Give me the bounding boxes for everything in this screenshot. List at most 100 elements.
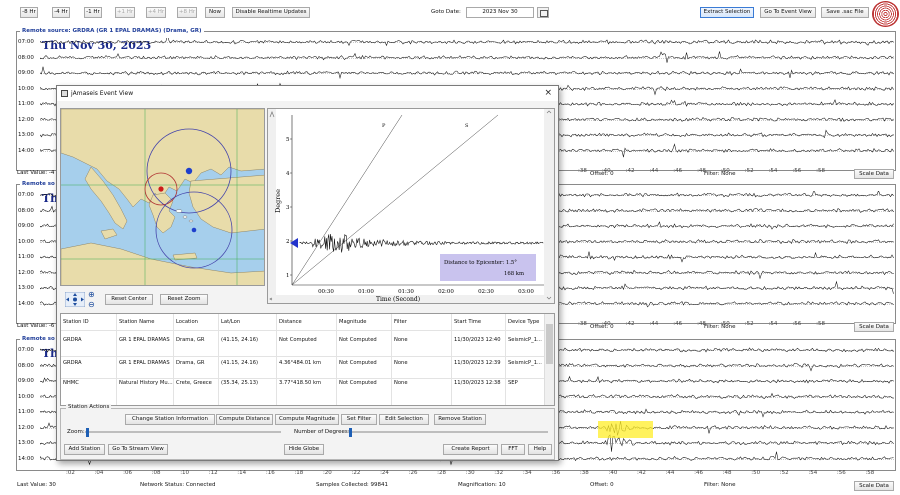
time-tick-label: :58 [865,470,875,476]
go-to-stream-view-button[interactable]: Go To Stream View [108,444,168,455]
table-cell: None [394,380,408,386]
time-tick-label: :40 [608,470,618,476]
edit-selection-button[interactable]: Edit Selection [379,414,429,425]
x-tick-label: 01:00 [358,289,374,295]
table-cell: Crete, Greece [176,380,212,386]
reset-zoom-button[interactable]: Reset Zoom [160,294,208,305]
column-header[interactable]: Lat/Lon [221,319,240,325]
x-tick-label: 03:00 [518,289,534,295]
column-header[interactable]: Station ID [63,319,89,325]
scale-data-button[interactable]: Scale Data [854,322,894,332]
hour-label: 13:00 [18,440,34,446]
time-tick-label: :54 [768,321,778,327]
now-button[interactable]: Now [205,7,225,18]
plus-1hr-button[interactable]: +1 Hr [115,7,135,18]
table-cell: SeismicP_1... [508,360,542,366]
save-sac-button[interactable]: Save .sac File [821,7,869,18]
table-scrollbar[interactable] [544,314,554,405]
time-tick-label: :10 [180,470,190,476]
column-header[interactable]: Station Name [119,319,154,325]
station-marker-icon [185,167,193,175]
table-cell: 11/30/2023 12:40 [454,337,501,343]
epicenter-marker-icon [158,186,164,192]
column-header[interactable]: Device Type [508,319,539,325]
hour-label: 10:00 [18,85,34,92]
epicenter-distance-label: Distance to Epicenter: 1.5° [444,260,517,266]
trace-line [40,66,894,80]
compute-distance-button[interactable]: Compute Distance [216,414,273,425]
hour-label: 13:00 [18,285,34,291]
go-to-event-view-button[interactable]: Go To Event View [760,7,816,18]
table-cell: (41.15, 24.16) [221,337,259,343]
travel-time-plot[interactable]: 5 4 3 2 1 00:30 01:00 01:30 02:00 02:30 03:00 Deg… [267,108,555,304]
table-cell: 3.77°418.50 km [279,380,322,386]
fft-button[interactable]: FFT [501,444,525,455]
hour-label: 08:00 [18,207,34,214]
filter-label: Filter: None [704,324,736,330]
help-button[interactable]: Help [528,444,552,455]
time-tick-label: :22 [351,470,361,476]
hour-label: 13:00 [18,132,34,138]
time-tick-label: :56 [792,321,802,327]
minus-8hr-button[interactable]: -8 Hr [20,7,38,18]
time-tick-label: :58 [816,168,826,174]
column-header[interactable]: Filter [394,319,407,325]
remove-station-button[interactable]: Remove Station [434,414,486,425]
hour-label: 08:00 [18,362,34,369]
y-tick-label: 2 [286,239,290,245]
time-tick-label: :48 [722,470,732,476]
zoom-out-icon[interactable]: ⊖ [88,300,95,309]
degrees-label: Number of Degrees: [294,429,350,435]
station-actions-title: Station Actions [66,404,112,410]
column-header[interactable]: Distance [279,319,302,325]
samples-collected-label: Samples Collected: 99841 [316,482,389,488]
table-cell: SEP [508,380,518,386]
table-cell: None [394,337,408,343]
compute-magnitude-button[interactable]: Compute Magnitude [275,414,339,425]
time-tick-label: :50 [751,470,761,476]
y-axis-label: Degree [274,189,282,213]
zoom-control[interactable]: ⊕ ⊖ [88,290,98,310]
time-tick-label: :34 [522,470,532,476]
time-tick-label: :06 [123,470,132,476]
y-tick-label: 4 [286,171,290,177]
zoom-in-icon[interactable]: ⊕ [88,290,95,299]
time-tick-label: :14 [237,470,247,476]
table-cell: 11/30/2023 12:38 [454,380,501,386]
hour-label: 07:00 [18,192,34,198]
column-header[interactable]: Magnitude [339,319,366,325]
disable-realtime-button[interactable]: Disable Realtime Updates [232,7,310,18]
hour-label: 14:00 [18,455,34,462]
set-filter-button[interactable]: Set Filter [341,414,377,425]
time-tick-label: :46 [673,321,683,327]
globe-map[interactable] [60,108,265,286]
scale-data-button[interactable]: Scale Data [854,169,894,179]
column-header[interactable]: Start Time [454,319,481,325]
column-header[interactable]: Location [176,319,198,325]
scale-data-button[interactable]: Scale Data [854,481,894,491]
reset-center-button[interactable]: Reset Center [105,294,153,305]
hide-globe-button[interactable]: Hide Globe [284,444,324,455]
zoom-slider[interactable] [85,428,281,437]
dialog-titlebar[interactable]: jAmaseis Event View × [57,86,558,101]
minus-4hr-button[interactable]: -4 Hr [52,7,70,18]
degrees-slider[interactable] [348,428,548,437]
calendar-icon[interactable] [537,7,549,18]
time-tick-label: :52 [744,321,754,327]
goto-date-field[interactable]: 2023 Nov 30 [466,7,534,18]
time-tick-label: :30 [465,470,475,476]
change-station-button[interactable]: Change Station Information [125,414,215,425]
stations-table[interactable]: Station ID Station Name Location Lat/Lon Dis… [60,313,555,406]
hour-label: 11:00 [18,101,34,107]
plus-8hr-button[interactable]: +8 Hr [177,7,197,18]
close-icon[interactable]: × [544,88,552,98]
globe-navigation-icon[interactable] [65,292,85,307]
plus-4hr-button[interactable]: +4 Hr [146,7,166,18]
add-station-button[interactable]: Add Station [64,444,105,455]
time-tick-label: :38 [578,168,587,174]
magnification-label: Magnification: 10 [458,482,506,488]
create-report-button[interactable]: Create Report [443,444,498,455]
minus-1hr-button[interactable]: -1 Hr [84,7,102,18]
event-selection-highlight[interactable] [598,421,653,438]
extract-selection-button[interactable]: Extract Selection [700,7,754,18]
